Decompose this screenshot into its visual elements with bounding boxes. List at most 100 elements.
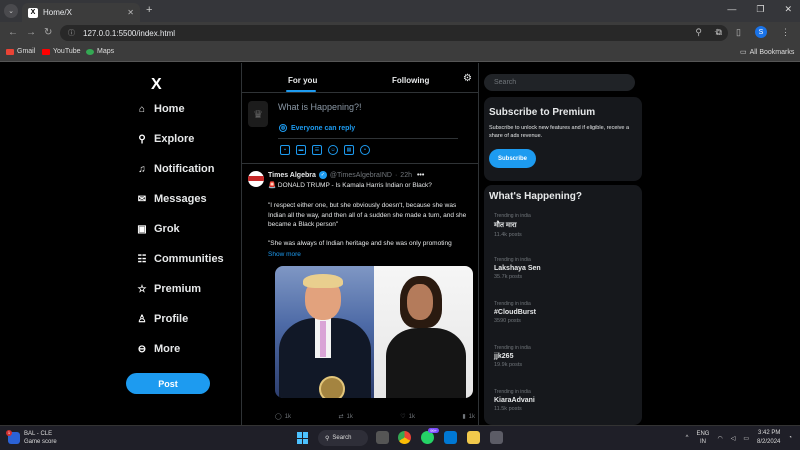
location-icon[interactable]: •: [360, 145, 370, 155]
all-bookmarks-label: All Bookmarks: [749, 48, 795, 56]
restore-button[interactable]: ❐: [756, 4, 764, 15]
trend-item[interactable]: Trending in india #CloudBurst 3590 posts: [494, 301, 536, 324]
tweet-author-avatar[interactable]: [248, 171, 264, 187]
reload-icon[interactable]: ↻: [44, 27, 52, 38]
sidebar-item-home[interactable]: ⌂ Home: [136, 103, 185, 115]
extensions-icon[interactable]: ⧉: [716, 27, 722, 38]
chrome-icon[interactable]: [398, 431, 411, 444]
show-more-link[interactable]: Show more: [268, 251, 301, 258]
bookmark-gmail[interactable]: Gmail: [6, 48, 35, 55]
tweet-author-handle[interactable]: @TimesAlgebraIND: [330, 172, 392, 179]
trend-context: Trending in india: [494, 257, 531, 263]
zoom-icon[interactable]: ⚲: [695, 27, 702, 38]
search-icon: ⚲: [138, 133, 146, 145]
sidebar-item-label: Messages: [154, 193, 207, 205]
trend-item[interactable]: Trending in india KiaraAdvani 11.5k posts: [494, 389, 535, 412]
forward-arrow-icon[interactable]: →: [26, 27, 36, 38]
trend-item[interactable]: Trending in india jjk265 19.9k posts: [494, 345, 531, 368]
back-arrow-icon[interactable]: ←: [8, 27, 18, 38]
address-bar[interactable]: ⓘ 127.0.0.1:5500/index.html: [60, 25, 728, 41]
tab-following[interactable]: Following: [392, 76, 429, 85]
tab-title: Home/X: [43, 8, 72, 17]
more-options-icon[interactable]: •••: [417, 172, 424, 179]
widgets-button[interactable]: 1 BAL - CLE Game score: [6, 430, 57, 446]
profile-avatar[interactable]: S: [755, 26, 767, 38]
tweet-time[interactable]: 22h: [400, 172, 412, 179]
avatar[interactable]: ♛: [248, 101, 268, 127]
views-button[interactable]: ▮ 1k: [462, 413, 475, 421]
sidebar-item-grok[interactable]: ▣ Grok: [136, 223, 179, 235]
repost-button[interactable]: ⇄ 1k: [338, 413, 352, 421]
x-favicon-icon: X: [28, 7, 38, 18]
sidebar-item-more[interactable]: ⊖ More: [136, 343, 180, 355]
side-panel-icon[interactable]: ▯: [736, 27, 741, 38]
whats-happening-card: What's Happening? Trending in india मौत म…: [484, 185, 642, 425]
tweet-author-name[interactable]: Times Algebra: [268, 172, 316, 179]
all-bookmarks[interactable]: ▭ All Bookmarks: [740, 48, 795, 57]
gif-icon[interactable]: ▬: [296, 145, 306, 155]
wifi-icon[interactable]: ◠: [717, 435, 722, 442]
task-view-icon[interactable]: [376, 431, 389, 444]
trend-context: Trending in india: [494, 213, 531, 219]
new-tab-button[interactable]: +: [146, 4, 152, 16]
reply-audience-button[interactable]: ◍ Everyone can reply: [279, 124, 355, 132]
clock[interactable]: 3:42 PM 8/2/2024: [757, 429, 780, 447]
views-count: 1k: [468, 413, 475, 420]
tweet-actions: ◯ 1k ⇄ 1k ♡ 1k ▮ 1k: [275, 413, 475, 421]
chevron-up-icon[interactable]: ^: [686, 435, 689, 441]
compose-input[interactable]: What is Happening?!: [278, 102, 362, 112]
battery-icon[interactable]: ▭: [743, 435, 749, 442]
media-icon[interactable]: ▪: [280, 145, 290, 155]
windows-start-icon[interactable]: [297, 432, 309, 444]
tab-search-button[interactable]: ⌄: [4, 4, 18, 18]
browser-tab[interactable]: X Home/X ✕: [22, 3, 140, 22]
post-button[interactable]: Post: [126, 373, 210, 394]
notification-badge: 1: [6, 430, 12, 436]
premium-title: Subscribe to Premium: [489, 107, 596, 118]
sidebar-item-communities[interactable]: ☷ Communities: [136, 253, 224, 265]
search-input[interactable]: Search: [484, 74, 635, 91]
emoji-icon[interactable]: ☺: [328, 145, 338, 155]
premium-description: Subscribe to unlock new features and if …: [489, 125, 630, 139]
trend-item[interactable]: Trending in india Lakshaya Sen 35.7k posts: [494, 257, 541, 280]
tab-for-you[interactable]: For you: [288, 76, 317, 85]
close-window-button[interactable]: ✕: [784, 4, 792, 15]
x-logo-icon[interactable]: X: [151, 76, 162, 94]
reply-button[interactable]: ◯ 1k: [275, 413, 291, 421]
schedule-icon[interactable]: ▦: [344, 145, 354, 155]
store-icon[interactable]: [490, 431, 503, 444]
bookmark-maps[interactable]: Maps: [86, 48, 114, 55]
sidebar-item-label: Profile: [154, 313, 189, 325]
media-photo-left: [275, 266, 374, 398]
sidebar-item-notification[interactable]: ♫ Notification: [136, 163, 214, 175]
close-tab-icon[interactable]: ✕: [127, 8, 134, 17]
sidebar-item-label: Premium: [154, 283, 202, 295]
list-icon[interactable]: ☰: [312, 145, 322, 155]
site-info-icon[interactable]: ⓘ: [68, 28, 75, 38]
gear-icon[interactable]: ⚙: [463, 73, 472, 84]
tweet-paragraph: "She was always of Indian heritage and s…: [268, 239, 452, 247]
trend-item[interactable]: Trending in india मौत मारा 11.4k posts: [494, 213, 531, 238]
tweet-media[interactable]: [275, 266, 473, 398]
sidebar-item-messages[interactable]: ✉ Messages: [136, 193, 207, 205]
whatsapp-icon[interactable]: 99+: [421, 428, 439, 444]
sidebar-item-premium[interactable]: ☆ Premium: [136, 283, 202, 295]
volume-icon[interactable]: ◁: [731, 435, 736, 442]
bookmarks-bar: Gmail YouTube Maps ▭ All Bookmarks: [0, 44, 800, 62]
tweet-header: Times Algebra ✓ @TimesAlgebraIND · 22h •…: [268, 171, 424, 179]
language-indicator[interactable]: ENG IN: [696, 430, 709, 446]
browser-menu-icon[interactable]: ⋮: [781, 27, 790, 38]
trend-count: 3590 posts: [494, 318, 521, 324]
tweet[interactable]: Times Algebra ✓ @TimesAlgebraIND · 22h •…: [242, 165, 479, 425]
subscribe-button[interactable]: Subscribe: [489, 149, 536, 168]
vscode-icon[interactable]: [444, 431, 457, 444]
file-explorer-icon[interactable]: [467, 431, 480, 444]
sidebar-item-profile[interactable]: ♙ Profile: [136, 313, 189, 325]
sidebar-item-explore[interactable]: ⚲ Explore: [136, 133, 194, 145]
bookmark-youtube[interactable]: YouTube: [42, 48, 81, 55]
taskbar-search[interactable]: ⚲ Search: [318, 430, 368, 446]
tweet-headline: 🚨 DONALD TRUMP - Is Kamala Harris Indian…: [268, 182, 432, 189]
like-button[interactable]: ♡ 1k: [400, 413, 415, 421]
minimize-button[interactable]: —: [727, 4, 736, 15]
notifications-icon[interactable]: ◔: [788, 435, 792, 441]
